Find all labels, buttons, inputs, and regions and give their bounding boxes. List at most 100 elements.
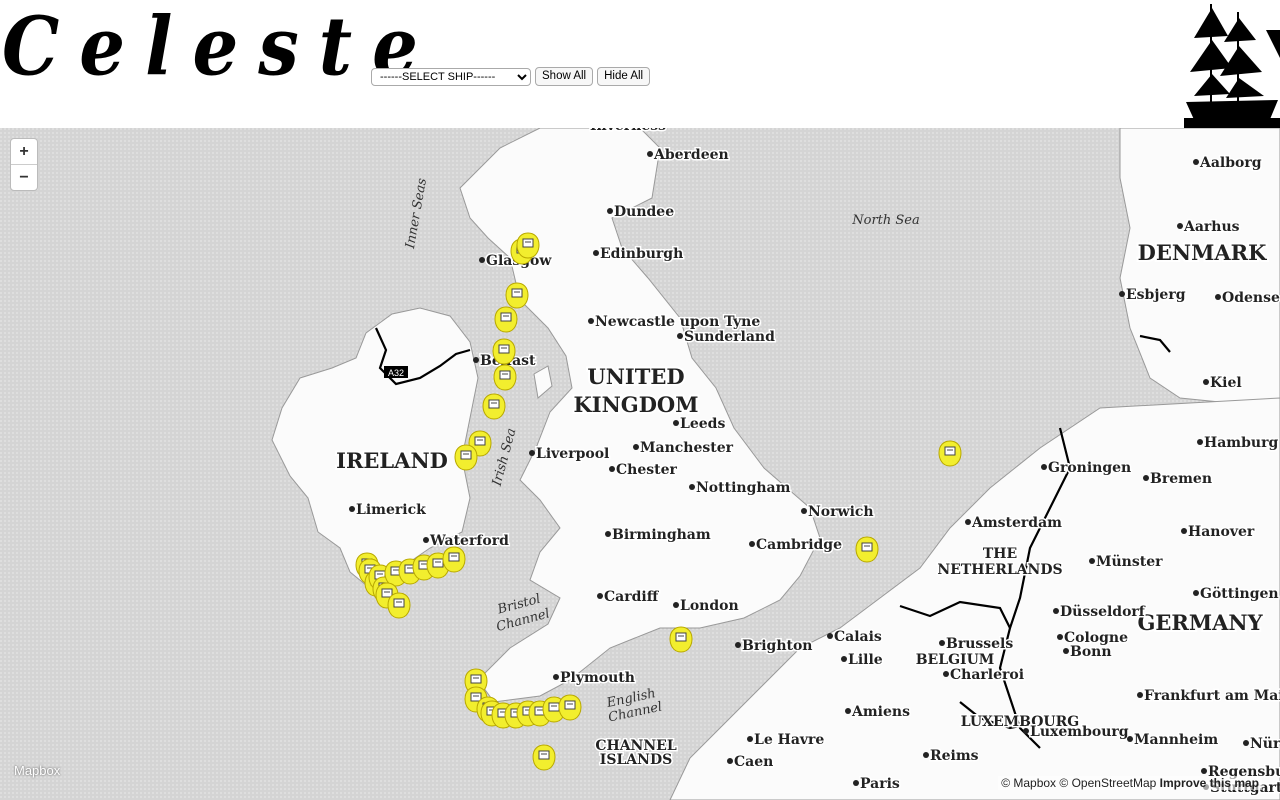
- city-dot: [593, 250, 599, 256]
- city-label: Mannheim: [1134, 732, 1218, 748]
- city-dot: [939, 640, 945, 646]
- city-label: London: [680, 598, 739, 614]
- city-label: Inverness: [590, 128, 666, 134]
- country-label: THE: [983, 546, 1017, 562]
- city-dot: [349, 506, 355, 512]
- ship-marker-icon[interactable]: [669, 626, 693, 653]
- ship-marker-icon[interactable]: [494, 306, 518, 333]
- city-label: Birmingham: [612, 527, 711, 543]
- city-dot: [597, 593, 603, 599]
- show-all-button[interactable]: Show All: [535, 67, 594, 86]
- improve-map-link[interactable]: Improve this map: [1160, 776, 1259, 790]
- city-label: Aberdeen: [653, 147, 729, 163]
- city-dot: [633, 444, 639, 450]
- city-label: Bonn: [1070, 644, 1112, 660]
- ship-marker-icon[interactable]: [855, 536, 879, 563]
- zoom-control: + −: [10, 138, 38, 191]
- ship-marker-icon[interactable]: [516, 232, 540, 259]
- city-dot: [423, 537, 429, 543]
- city-dot: [747, 736, 753, 742]
- country-label: IRELAND: [336, 448, 448, 473]
- country-label: GERMANY: [1137, 610, 1263, 635]
- ship-marker-icon[interactable]: [505, 282, 529, 309]
- ship-marker-icon[interactable]: [442, 546, 466, 573]
- city-dot: [841, 656, 847, 662]
- city-label: Plymouth: [560, 670, 635, 686]
- city-dot: [1089, 558, 1095, 564]
- city-label: Hamburg: [1204, 435, 1278, 451]
- ship-marker-icon[interactable]: [387, 592, 411, 619]
- ship-marker-icon[interactable]: [493, 364, 517, 391]
- city-label: Esbjerg: [1126, 287, 1186, 303]
- attribution-mapbox[interactable]: © Mapbox: [1001, 776, 1056, 790]
- city-label: Brussels: [946, 636, 1013, 652]
- city-dot: [1197, 439, 1203, 445]
- ship-marker-icon[interactable]: [938, 440, 962, 467]
- city-label: Frankfurt am Main: [1144, 688, 1280, 704]
- city-label: Luxembourg: [1030, 724, 1129, 740]
- city-dot: [607, 208, 613, 214]
- ship-marker-icon[interactable]: [492, 338, 516, 365]
- map-canvas[interactable]: A32 UNITED KINGDOM IRELAND DENMARK GERMANY TH…: [0, 128, 1280, 800]
- city-label: Cardiff: [604, 589, 660, 605]
- country-label: ISLANDS: [600, 752, 672, 768]
- city-dot: [1193, 590, 1199, 596]
- city-label: Liverpool: [536, 446, 609, 462]
- city-dot: [1193, 159, 1199, 165]
- ship-marker-icon[interactable]: [482, 393, 506, 420]
- city-dot: [553, 674, 559, 680]
- zoom-out-button[interactable]: −: [11, 164, 37, 190]
- city-label: Nür: [1250, 736, 1280, 752]
- zoom-in-button[interactable]: +: [11, 139, 37, 164]
- map[interactable]: A32 UNITED KINGDOM IRELAND DENMARK GERMANY TH…: [0, 128, 1280, 800]
- city-label: Limerick: [356, 502, 426, 518]
- city-dot: [1181, 528, 1187, 534]
- city-label: Aarhus: [1183, 219, 1240, 235]
- header: Celeste ------SELECT SHIP------ Show All…: [0, 0, 1280, 128]
- mapbox-logo[interactable]: Mapbox: [14, 763, 60, 778]
- city-label: Newcastle upon Tyne: [595, 314, 760, 330]
- city-dot: [473, 357, 479, 363]
- city-dot: [923, 752, 929, 758]
- ship-marker-icon[interactable]: [558, 694, 582, 721]
- city-dot: [1215, 294, 1221, 300]
- city-dot: [845, 708, 851, 714]
- city-label: Amiens: [851, 704, 910, 720]
- city-label: Odense: [1222, 290, 1280, 306]
- city-label: Groningen: [1048, 460, 1131, 476]
- city-label: Sunderland: [684, 329, 775, 345]
- attribution: © Mapbox © OpenStreetMap Improve this ma…: [998, 776, 1262, 790]
- city-label: Nottingham: [696, 480, 791, 496]
- city-dot: [1023, 728, 1029, 734]
- city-dot: [1143, 475, 1149, 481]
- city-dot: [749, 541, 755, 547]
- city-dot: [801, 508, 807, 514]
- country-label: BELGIUM: [916, 652, 995, 668]
- city-dot: [673, 602, 679, 608]
- city-label: Edinburgh: [600, 246, 683, 262]
- city-dot: [1053, 608, 1059, 614]
- city-dot: [965, 519, 971, 525]
- ship-marker-icon[interactable]: [454, 444, 478, 471]
- hide-all-button[interactable]: Hide All: [597, 67, 651, 86]
- city-dot: [943, 671, 949, 677]
- city-dot: [735, 642, 741, 648]
- city-dot: [479, 257, 485, 263]
- country-label: DENMARK: [1138, 240, 1267, 265]
- city-label: Manchester: [640, 440, 734, 456]
- city-label: Charleroi: [950, 667, 1024, 683]
- attribution-osm[interactable]: © OpenStreetMap: [1059, 776, 1156, 790]
- ship-marker-icon[interactable]: [532, 744, 556, 771]
- city-dot: [588, 318, 594, 324]
- city-dot: [609, 466, 615, 472]
- city-dot: [605, 531, 611, 537]
- city-label: Amsterdam: [971, 515, 1062, 531]
- city-label: Münster: [1096, 554, 1163, 570]
- country-label: KINGDOM: [574, 392, 699, 417]
- city-dot: [1201, 768, 1207, 774]
- sea-label: North Sea: [851, 213, 920, 228]
- city-label: Leeds: [680, 416, 725, 432]
- ship-select[interactable]: ------SELECT SHIP------: [371, 67, 531, 86]
- city-label: Lille: [848, 652, 883, 668]
- city-label: Paris: [860, 776, 900, 792]
